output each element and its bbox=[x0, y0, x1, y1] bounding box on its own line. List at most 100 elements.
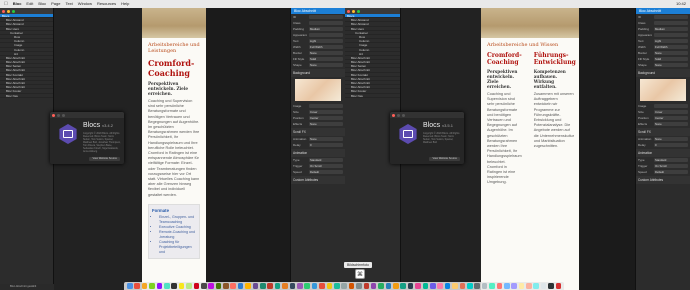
dock-app-icon[interactable] bbox=[555, 283, 562, 289]
dock-app-icon[interactable] bbox=[533, 283, 540, 289]
dock-app-icon[interactable] bbox=[304, 283, 310, 289]
dock-app-icon[interactable] bbox=[260, 283, 266, 289]
dock-app-icon[interactable] bbox=[348, 283, 355, 289]
inspector-field[interactable]: None bbox=[309, 122, 343, 126]
inspector-field[interactable]: On Scroll bbox=[309, 164, 343, 168]
dock-app-icon[interactable] bbox=[223, 283, 229, 289]
inspector-field[interactable]: Medium bbox=[309, 27, 343, 31]
inspector-field[interactable]: 0 bbox=[654, 143, 688, 147]
dock-app-icon[interactable] bbox=[489, 283, 495, 289]
dock-app-icon[interactable] bbox=[400, 283, 407, 289]
format-item[interactable]: Remote-Coaching und -beratung bbox=[159, 230, 196, 240]
dock-app-icon[interactable] bbox=[319, 283, 325, 289]
dock-app-icon[interactable] bbox=[171, 283, 177, 289]
dock-app-icon[interactable] bbox=[186, 283, 192, 289]
inspector-field[interactable] bbox=[654, 33, 688, 37]
dock-app-icon[interactable] bbox=[496, 283, 503, 289]
dock-app-icon[interactable] bbox=[459, 283, 466, 289]
zoom-dot[interactable] bbox=[62, 113, 65, 117]
menubar-clock[interactable]: 10:42 bbox=[676, 0, 686, 8]
dock-app-icon[interactable] bbox=[296, 283, 303, 289]
dock-app-icon[interactable] bbox=[430, 283, 436, 289]
dock-app-icon[interactable] bbox=[282, 283, 288, 289]
inspector-section[interactable]: Custom Attributes bbox=[291, 176, 345, 184]
inspector-field[interactable]: None bbox=[309, 137, 343, 141]
dock-app-icon[interactable] bbox=[200, 283, 207, 289]
dock-app-icon[interactable] bbox=[326, 283, 333, 289]
format-item[interactable]: Coaching für Projektbeteiligungen und bbox=[159, 240, 196, 255]
inspector-field[interactable]: Full Width bbox=[654, 45, 688, 49]
dock-app-icon[interactable] bbox=[363, 283, 370, 289]
view-website-button[interactable]: View Website Source bbox=[429, 157, 460, 161]
close-dot[interactable] bbox=[2, 9, 5, 13]
dock-app-icon[interactable] bbox=[452, 283, 458, 289]
inspector-section[interactable]: Custom Attributes bbox=[636, 176, 690, 184]
dock-app-icon[interactable] bbox=[393, 283, 399, 289]
inspector-field[interactable]: Cover bbox=[309, 110, 343, 114]
dock-app-icon[interactable] bbox=[230, 283, 237, 289]
inspector-field[interactable]: Light bbox=[654, 39, 688, 43]
inspector-field[interactable] bbox=[309, 21, 343, 25]
dock-app-icon[interactable] bbox=[444, 283, 451, 289]
view-website-button[interactable]: View Website Source bbox=[89, 157, 120, 161]
close-dot[interactable] bbox=[52, 113, 55, 117]
dock-app-icon[interactable] bbox=[252, 283, 259, 289]
close-dot[interactable] bbox=[347, 9, 350, 13]
inspector-field[interactable]: None bbox=[654, 137, 688, 141]
close-dot[interactable] bbox=[392, 113, 395, 117]
inspector-field[interactable]: On Scroll bbox=[654, 164, 688, 168]
dock-app-icon[interactable] bbox=[378, 283, 384, 289]
inspector-section[interactable]: Scroll FX bbox=[636, 128, 690, 136]
inspector-field[interactable]: Medium bbox=[654, 27, 688, 31]
dock-app-icon[interactable] bbox=[163, 283, 170, 289]
screenshot-app-icon[interactable]: ⌘ bbox=[355, 269, 365, 279]
inspector-section[interactable]: Background bbox=[636, 69, 690, 77]
inspector-field[interactable]: Solid bbox=[309, 57, 343, 61]
inspector-field[interactable]: Solid bbox=[654, 57, 688, 61]
dock-app-icon[interactable] bbox=[208, 283, 214, 289]
dock-app-icon[interactable] bbox=[526, 283, 532, 289]
inspector-field[interactable]: 0 bbox=[309, 143, 343, 147]
dock-app-icon[interactable] bbox=[466, 283, 473, 289]
dock-app-icon[interactable] bbox=[422, 283, 429, 289]
dock-app-icon[interactable] bbox=[127, 283, 133, 289]
inspector-section[interactable]: Scroll FX bbox=[291, 128, 345, 136]
inspector-field[interactable]: None bbox=[309, 51, 343, 55]
dock-app-icon[interactable] bbox=[540, 283, 547, 289]
zoom-dot[interactable] bbox=[12, 9, 15, 13]
inspector-field[interactable]: Full Width bbox=[309, 45, 343, 49]
dock-app-icon[interactable] bbox=[548, 283, 554, 289]
inspector-section[interactable]: Animation bbox=[636, 149, 690, 157]
dock-app-icon[interactable] bbox=[415, 283, 421, 289]
dock-app-icon[interactable] bbox=[245, 283, 251, 289]
inspector-field[interactable] bbox=[309, 33, 343, 37]
dock-app-icon[interactable] bbox=[215, 283, 222, 289]
dock-app-icon[interactable] bbox=[370, 283, 377, 289]
dock-app-icon[interactable] bbox=[149, 283, 155, 289]
inspector-field[interactable]: None bbox=[654, 51, 688, 55]
dock-app-icon[interactable] bbox=[311, 283, 318, 289]
dock-app-icon[interactable] bbox=[503, 283, 510, 289]
apple-menu-icon[interactable]:  bbox=[4, 0, 8, 8]
dock-app-icon[interactable] bbox=[134, 283, 140, 289]
dock-app-icon[interactable] bbox=[518, 283, 525, 289]
inspector-field[interactable]: Default bbox=[654, 170, 688, 174]
inspector-field[interactable]: Light bbox=[309, 39, 343, 43]
dock-app-icon[interactable] bbox=[511, 283, 517, 289]
dock-app-icon[interactable] bbox=[141, 283, 148, 289]
inspector-field[interactable] bbox=[654, 104, 688, 108]
minimize-dot[interactable] bbox=[7, 9, 10, 13]
inspector-field[interactable]: Standard bbox=[309, 158, 343, 162]
minimize-dot[interactable] bbox=[352, 9, 355, 13]
menu-item[interactable]: Bloc bbox=[38, 0, 46, 8]
dock-app-icon[interactable] bbox=[341, 283, 347, 289]
dock-app-icon[interactable] bbox=[237, 283, 244, 289]
dock-app-icon[interactable] bbox=[267, 283, 274, 289]
inspector-field[interactable] bbox=[309, 104, 343, 108]
inspector-field[interactable]: None bbox=[309, 63, 343, 67]
inspector-field[interactable] bbox=[654, 21, 688, 25]
page-preview[interactable]: Arbeitsbereiche und Leistungen Cromford-… bbox=[142, 8, 206, 290]
dock-app-icon[interactable] bbox=[289, 283, 296, 289]
dock-app-icon[interactable] bbox=[274, 283, 281, 289]
inspector-section[interactable]: Animation bbox=[291, 149, 345, 157]
